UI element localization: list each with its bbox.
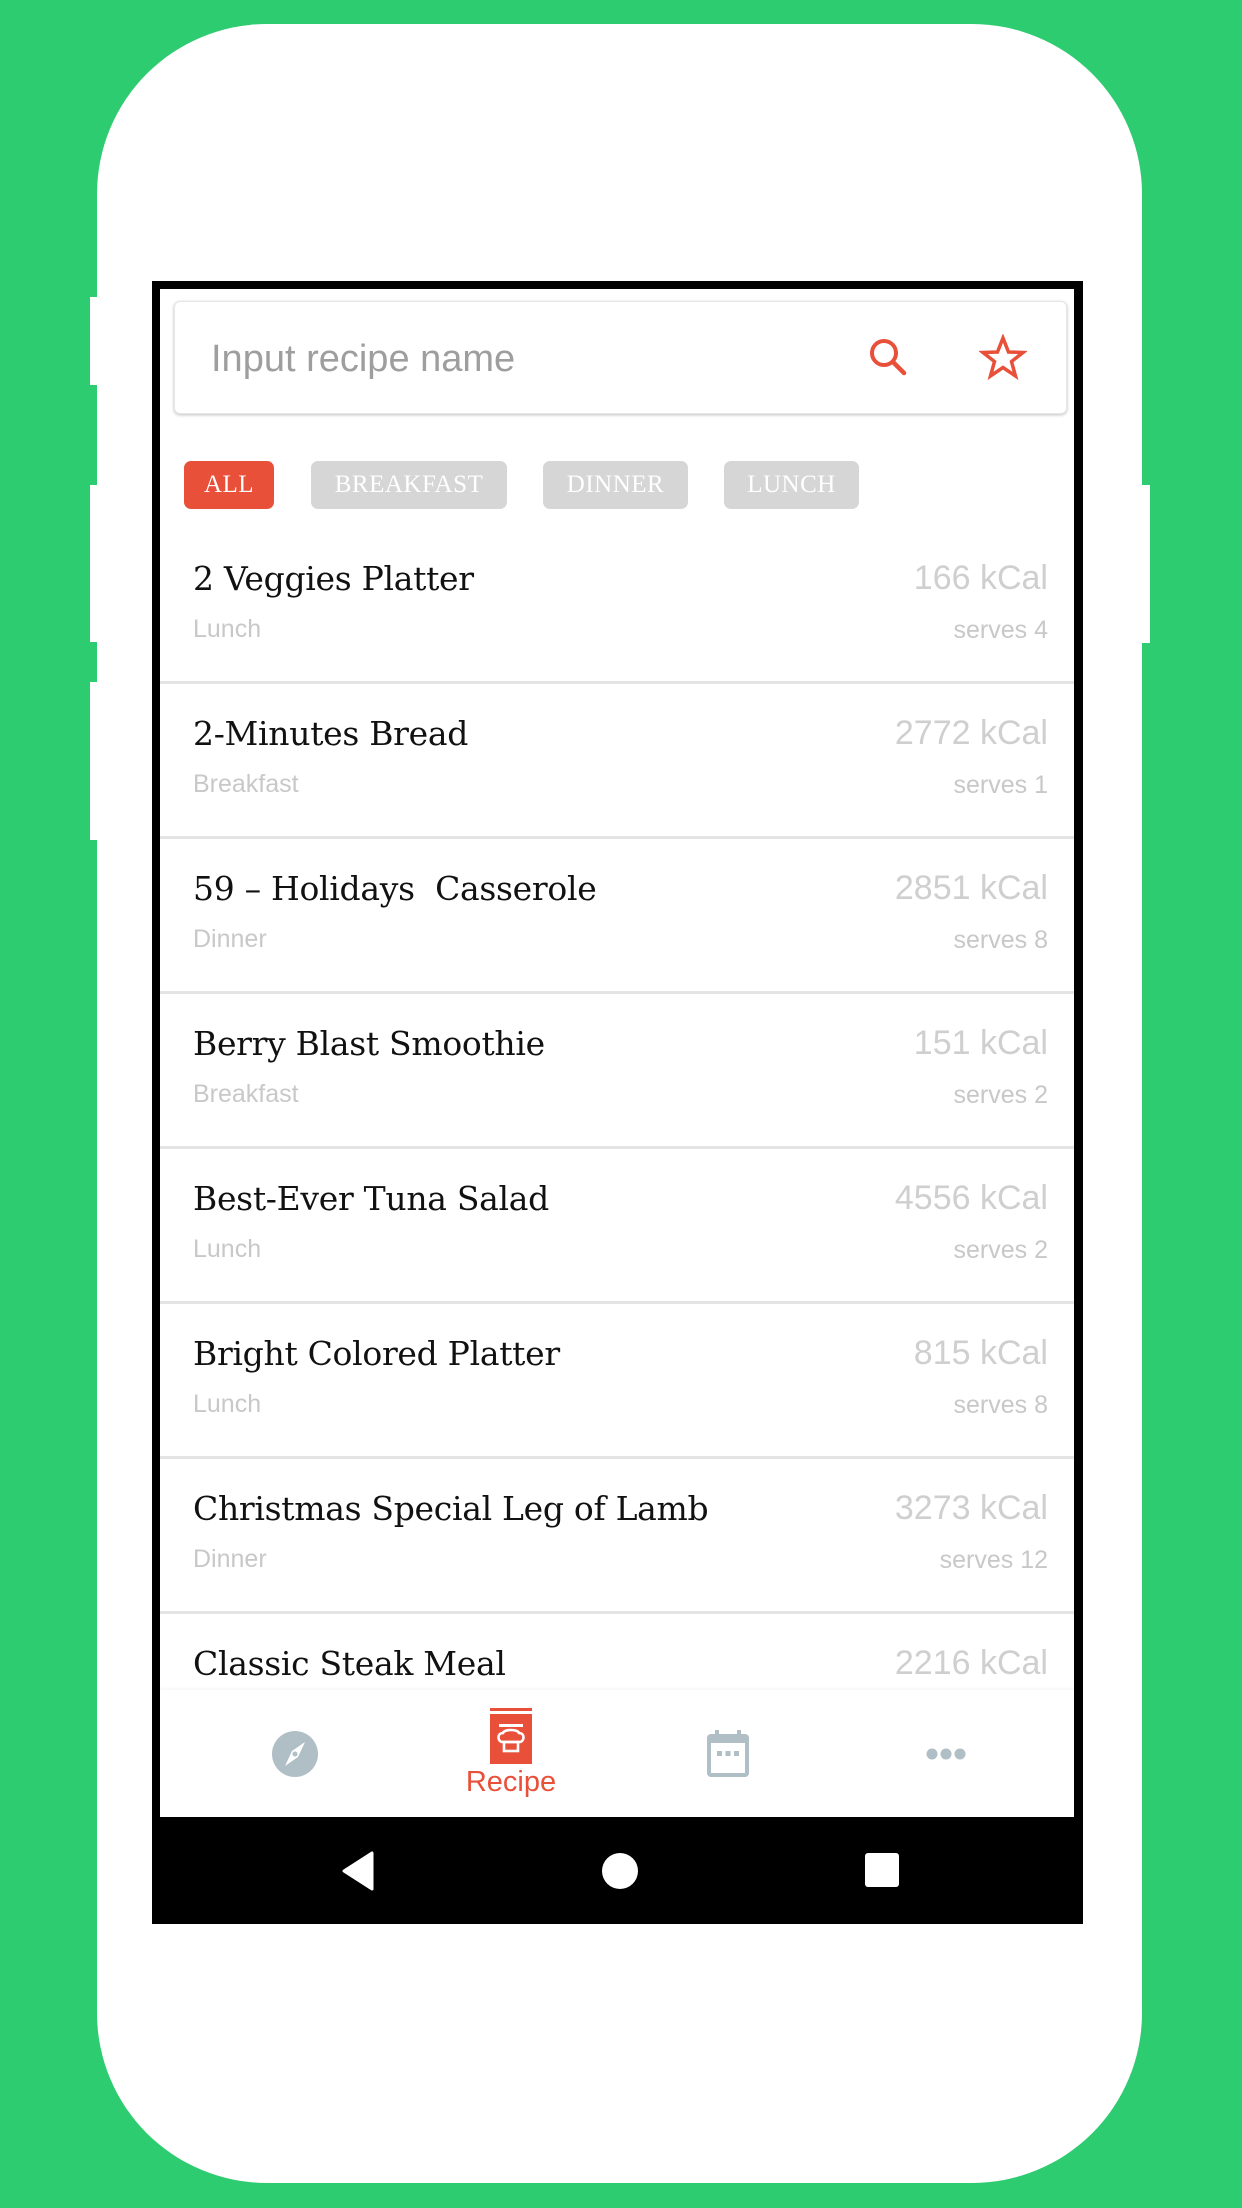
- recipe-calories: 2851 kCal: [894, 869, 1048, 907]
- category-filter-chips: ALL BREAKFAST DINNER LUNCH: [160, 461, 1074, 509]
- recipe-servings: serves 8: [953, 926, 1048, 954]
- recipe-servings: serves 1: [953, 771, 1048, 799]
- filter-chip-breakfast[interactable]: BREAKFAST: [311, 461, 507, 509]
- recipe-category: Breakfast: [193, 770, 299, 798]
- recipe-name: 59 – Holidays Casserole: [193, 869, 597, 908]
- tab-recipe-label: Recipe: [465, 1766, 557, 1798]
- home-icon: [602, 1853, 638, 1889]
- recipe-list-item[interactable]: Best-Ever Tuna Salad Lunch 4556 kCal ser…: [160, 1149, 1074, 1304]
- recipe-name: Berry Blast Smoothie: [193, 1024, 545, 1063]
- recipe-name: Best-Ever Tuna Salad: [193, 1179, 549, 1218]
- recipe-name: Bright Colored Platter: [193, 1334, 560, 1373]
- recipe-list-item[interactable]: Bright Colored Platter Lunch 815 kCal se…: [160, 1304, 1074, 1459]
- tab-more[interactable]: [846, 1690, 1046, 1817]
- recipe-list-item[interactable]: 2 Veggies Platter Lunch 166 kCal serves …: [160, 529, 1074, 684]
- search-button[interactable]: [861, 330, 917, 386]
- recipe-list-item[interactable]: 59 – Holidays Casserole Dinner 2851 kCal…: [160, 839, 1074, 994]
- filter-chip-dinner[interactable]: DINNER: [543, 461, 688, 509]
- recipe-servings: serves 4: [953, 616, 1048, 644]
- more-dots-icon: [926, 1748, 966, 1759]
- recipe-category: Lunch: [193, 1235, 262, 1263]
- recipe-calories: 2772 kCal: [894, 714, 1048, 752]
- home-button[interactable]: [600, 1851, 640, 1896]
- recents-button[interactable]: [864, 1851, 900, 1894]
- recipe-name: 2 Veggies Platter: [193, 559, 474, 598]
- recipe-category: Dinner: [193, 1545, 267, 1573]
- compass-icon: [272, 1730, 318, 1777]
- back-icon: [342, 1851, 374, 1891]
- tab-discover[interactable]: [195, 1690, 395, 1817]
- recipe-calories: 2216 kCal: [894, 1644, 1048, 1682]
- recipe-calories: 166 kCal: [913, 559, 1048, 597]
- tab-calendar[interactable]: [628, 1690, 828, 1817]
- recipe-name: Classic Steak Meal: [193, 1644, 506, 1683]
- star-outline-icon: [979, 334, 1027, 381]
- phone-volume-up-button: [90, 485, 100, 642]
- recipe-book-icon: [490, 1708, 532, 1764]
- phone-side-button: [90, 297, 100, 385]
- recipe-servings: serves 2: [953, 1236, 1048, 1264]
- calendar-icon: [707, 1729, 749, 1777]
- recipe-calories: 4556 kCal: [894, 1179, 1048, 1217]
- recipe-category: Dinner: [193, 925, 267, 953]
- recipe-category: Lunch: [193, 615, 262, 643]
- recipe-servings: serves 2: [953, 1081, 1048, 1109]
- tab-recipe[interactable]: Recipe: [411, 1690, 611, 1817]
- recents-icon: [865, 1853, 899, 1887]
- recipe-list: 2 Veggies Platter Lunch 166 kCal serves …: [160, 529, 1074, 1769]
- filter-chip-all[interactable]: ALL: [184, 461, 274, 509]
- filter-chip-lunch[interactable]: LUNCH: [724, 461, 859, 509]
- bottom-tab-bar: Recipe: [160, 1690, 1074, 1817]
- recipe-calories: 151 kCal: [913, 1024, 1048, 1062]
- recipe-servings: serves 12: [939, 1546, 1048, 1574]
- recipe-search-input[interactable]: [211, 332, 811, 386]
- recipe-category: Lunch: [193, 1390, 262, 1418]
- phone-volume-down-button: [90, 682, 100, 840]
- system-navigation-bar: [152, 1817, 1083, 1924]
- phone-power-button: [1140, 485, 1150, 643]
- search-bar: [174, 301, 1067, 414]
- recipe-name: 2-Minutes Bread: [193, 714, 469, 753]
- recipe-name: Christmas Special Leg of Lamb: [193, 1489, 709, 1528]
- recipe-servings: serves 8: [953, 1391, 1048, 1419]
- recipe-list-item[interactable]: 2-Minutes Bread Breakfast 2772 kCal serv…: [160, 684, 1074, 839]
- favorites-button[interactable]: [975, 330, 1031, 386]
- back-button[interactable]: [340, 1851, 376, 1896]
- app-screen: ALL BREAKFAST DINNER LUNCH 2 Veggies Pla…: [160, 289, 1074, 1817]
- search-icon: [870, 339, 907, 376]
- recipe-list-item[interactable]: Berry Blast Smoothie Breakfast 151 kCal …: [160, 994, 1074, 1149]
- recipe-category: Breakfast: [193, 1080, 299, 1108]
- recipe-calories: 3273 kCal: [894, 1489, 1048, 1527]
- recipe-list-item[interactable]: Christmas Special Leg of Lamb Dinner 327…: [160, 1459, 1074, 1614]
- recipe-calories: 815 kCal: [913, 1334, 1048, 1372]
- screen-frame: ALL BREAKFAST DINNER LUNCH 2 Veggies Pla…: [152, 281, 1083, 1924]
